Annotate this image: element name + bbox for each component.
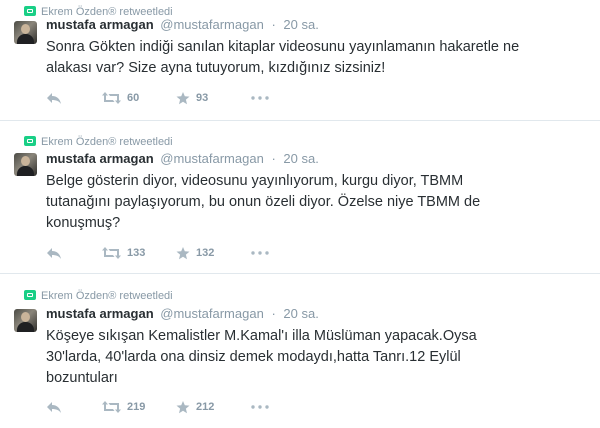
tweet-text-line: tutanağını paylaşıyorum, bu onun özeli d… [46,194,481,210]
author-username[interactable]: @mustafarmagan [160,151,264,166]
tweet-text: Sonra Gökten indiği sanılan kitaplar vid… [46,37,566,79]
retweet-count: 219 [127,401,146,413]
retweet-button[interactable]: 133 [102,245,145,261]
more-button[interactable] [251,245,269,261]
author-fullname[interactable]: mustafa armagan [46,17,154,32]
header-separator: · [271,306,276,321]
favorite-count: 212 [196,401,215,413]
tweet-actions: 219 212 [46,399,346,415]
star-icon [176,246,190,259]
more-button[interactable] [251,399,269,415]
tweet-text-line: Köşeye sıkışan Kemalistler M.Kamal'ı ill… [46,328,477,344]
retweet-count: 60 [127,92,140,104]
avatar[interactable] [14,309,37,332]
favorite-button[interactable]: 212 [176,399,214,415]
avatar[interactable] [14,153,37,176]
reply-button[interactable] [46,90,62,106]
tweet-text: Belge gösterin diyor, videosunu yayınlıy… [46,171,566,234]
retweet-badge-icon [24,290,36,300]
retweet-badge-icon [24,136,36,146]
reply-icon [47,93,61,104]
author-username[interactable]: @mustafarmagan [160,17,264,32]
favorite-button[interactable]: 132 [176,245,214,261]
reply-button[interactable] [46,245,62,261]
retweet-icon [102,247,121,259]
reply-icon [47,402,61,413]
tweet-text-line: 30'larda, 40'larda ona dinsiz demek moda… [46,349,461,365]
favorite-count: 93 [196,92,209,104]
tweet-timestamp[interactable]: 20 sa. [283,17,318,32]
author-fullname[interactable]: mustafa armagan [46,306,154,321]
reply-icon [47,248,61,259]
tweet-divider [0,273,600,274]
favorite-button[interactable]: 93 [176,90,208,106]
retweet-context: Ekrem Özden® retweetledi [24,289,173,303]
more-button[interactable] [251,90,269,106]
retweet-button[interactable]: 60 [102,90,139,106]
tweet-timestamp[interactable]: 20 sa. [283,151,318,166]
reply-button[interactable] [46,399,62,415]
retweet-badge-icon [24,6,36,16]
retweet-button[interactable]: 219 [102,399,145,415]
header-separator: · [271,151,276,166]
author-username[interactable]: @mustafarmagan [160,306,264,321]
tweet-header: mustafa armagan @mustafarmagan · 20 sa. [46,16,319,34]
tweet-actions: 60 93 [46,90,346,106]
star-icon [176,400,190,413]
retweeted-label: retweetledi [119,136,173,148]
retweet-context: Ekrem Özden® retweetledi [24,135,173,149]
author-fullname[interactable]: mustafa armagan [46,151,154,166]
retweet-icon [102,401,121,413]
tweet-text-line: konuşmuş? [46,215,121,231]
retweet-count: 133 [127,247,146,259]
registered-mark: ® [108,136,117,148]
avatar[interactable] [14,21,37,44]
tweet-actions: 133 132 [46,245,346,261]
registered-mark: ® [108,290,117,302]
tweet-timeline: Ekrem Özden® retweetledi mustafa armagan… [0,0,600,428]
retweeted-label: retweetledi [119,290,173,302]
star-icon [176,91,190,104]
header-separator: · [271,17,276,32]
tweet-header: mustafa armagan @mustafarmagan · 20 sa. [46,150,319,168]
tweet-divider [0,120,600,121]
favorite-count: 132 [196,247,215,259]
tweet-text-line: alakası var? Size ayna tutuyorum, kızdığ… [46,60,386,76]
tweet-timestamp[interactable]: 20 sa. [283,306,318,321]
more-dots-icon [251,405,269,409]
retweeter-link[interactable]: Ekrem Özden [41,136,108,148]
more-dots-icon [251,251,269,255]
retweeter-link[interactable]: Ekrem Özden [41,290,108,302]
retweet-icon [102,92,121,104]
tweet-text-line: Sonra Gökten indiği sanılan kitaplar vid… [46,39,520,55]
tweet-header: mustafa armagan @mustafarmagan · 20 sa. [46,305,319,323]
tweet-text-line: Belge gösterin diyor, videosunu yayınlıy… [46,173,464,189]
tweet-text-line: bozuntuları [46,370,118,386]
tweet-text: Köşeye sıkışan Kemalistler M.Kamal'ı ill… [46,326,566,389]
more-dots-icon [251,96,269,100]
